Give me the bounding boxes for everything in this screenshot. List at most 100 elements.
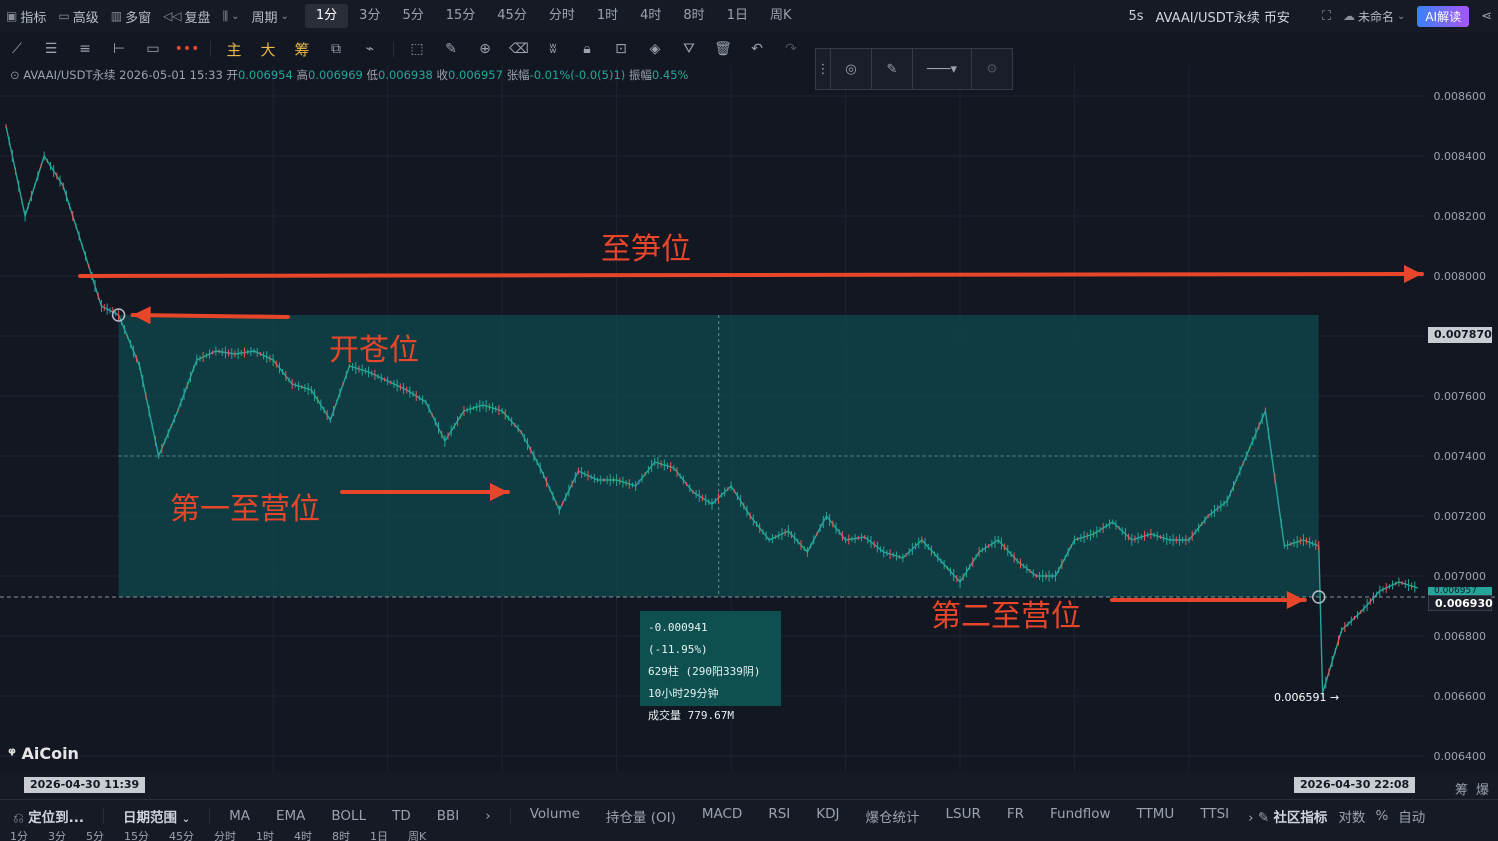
aicoin-logo: ᵠ AiCoin — [8, 744, 79, 763]
indicator-toggle[interactable]: LSUR — [932, 806, 993, 826]
indicator-toggle[interactable]: FR — [994, 806, 1037, 826]
eraser-icon[interactable]: ⌫ — [502, 41, 536, 57]
axis-liquidation-toggle[interactable]: 爆 — [1476, 779, 1489, 798]
logo-mark-icon: ᵠ — [8, 744, 16, 763]
pen-icon[interactable]: ✎ — [872, 49, 913, 89]
refresh-interval[interactable]: 5s — [1122, 4, 1149, 28]
end-time-badge: 2026-04-30 22:08 — [1294, 777, 1416, 793]
share-icon[interactable]: ⋖ — [1475, 4, 1498, 28]
big-order-button[interactable]: 大 — [251, 39, 285, 60]
indicator-toggle[interactable]: KDJ — [803, 806, 852, 826]
chip-button[interactable]: 筹 — [285, 39, 319, 60]
indicator-toggle[interactable]: EMA — [263, 808, 318, 824]
snapshot-icon[interactable]: ⧉ — [319, 41, 353, 57]
candle-type-button[interactable]: ⫼ ⌄ — [217, 4, 246, 28]
template-icon[interactable]: ◎ — [831, 49, 872, 89]
bottom-timeframe-tab[interactable]: 5分 — [86, 831, 104, 841]
multi-window-button[interactable]: ▥ 多窗 — [105, 4, 157, 28]
bottom-timeframe-tab[interactable]: 分时 — [214, 831, 236, 841]
undo-icon[interactable]: ↶ — [740, 41, 774, 57]
horizontal-ray-icon[interactable]: ⊢ — [102, 41, 136, 57]
price-tick-label: 0.008400 — [1434, 150, 1487, 163]
eye-icon[interactable]: ⊙ — [10, 68, 20, 82]
trash-icon[interactable]: 🗑︎ — [706, 41, 740, 57]
indicator-button[interactable]: ▣ 指标 — [0, 4, 52, 28]
more-dots-icon[interactable]: ••• — [170, 41, 204, 57]
bottom-timeframe-tab[interactable]: 周K — [408, 831, 426, 841]
bottom-timeframe-tab[interactable]: 15分 — [124, 831, 149, 841]
replay-button[interactable]: ◁◁ 复盘 — [157, 4, 216, 28]
drag-handle-icon[interactable]: ⋮ — [816, 49, 831, 89]
price-tick-label: 0.008600 — [1434, 90, 1487, 103]
bottom-timeframe-tab[interactable]: 4时 — [294, 831, 312, 841]
ruler-icon[interactable]: ✎ — [434, 41, 468, 57]
indicator-toggle[interactable]: MACD — [689, 806, 755, 826]
tab-timeframe[interactable]: 1日 — [716, 4, 759, 28]
text-icon[interactable]: ⬚ — [400, 41, 434, 57]
period-button[interactable]: 周期 ⌄ — [245, 4, 294, 28]
indicator-toggle[interactable]: RSI — [755, 806, 803, 826]
rectangle-icon[interactable]: ▭ — [136, 41, 170, 57]
bottom-timeframe-tab[interactable]: 3分 — [48, 831, 66, 841]
indicator-toggle[interactable]: TD — [379, 808, 424, 824]
indicator-toggle[interactable]: BOLL — [318, 808, 379, 824]
bottom-timeframe-tab[interactable]: 1分 — [10, 831, 28, 841]
bottom-timeframe-tab[interactable]: 8时 — [332, 831, 350, 841]
magnet-icon[interactable]: ⌁ — [353, 41, 387, 57]
indicator-toggle[interactable]: TTSI — [1187, 806, 1242, 826]
ai-analysis-button[interactable]: AI解读 — [1417, 5, 1470, 27]
tab-timeframe[interactable]: 3分 — [348, 4, 391, 28]
fullscreen-icon[interactable]: ⛶ — [1316, 4, 1337, 28]
chevron-right-icon[interactable]: › — [472, 808, 503, 824]
time-axis-bg — [0, 771, 1498, 799]
settings-icon[interactable]: ⚙ — [972, 49, 1012, 89]
community-indicators-button[interactable]: › ✎ 社区指标 — [1242, 806, 1333, 826]
indicator-toggle[interactable]: Fundflow — [1037, 806, 1124, 826]
pattern-icon[interactable]: ʬ — [536, 41, 570, 57]
indicator-toggle[interactable]: TTMU — [1124, 806, 1188, 826]
tab-timeframe[interactable]: 分时 — [538, 4, 586, 28]
price-tick-label: 0.007200 — [1434, 510, 1487, 523]
indicator-toggle[interactable]: 爆仓统计 — [852, 806, 932, 826]
indicator-toggle[interactable]: MA — [216, 808, 263, 824]
line-style-select[interactable]: ───▾ — [913, 49, 972, 89]
alert-icon[interactable]: ⊡ — [604, 41, 638, 57]
zoom-icon[interactable]: ⊕ — [468, 41, 502, 57]
tab-timeframe[interactable]: 4时 — [629, 4, 672, 28]
layout-button[interactable]: ☁ 未命名 ⌄ — [1337, 4, 1411, 28]
tab-timeframe[interactable]: 1时 — [586, 4, 629, 28]
date-range-button[interactable]: 日期范围 ⌄ — [110, 806, 203, 826]
log-scale-toggle[interactable]: 对数 — [1333, 806, 1370, 826]
advanced-button[interactable]: ▭ 高级 — [52, 4, 104, 28]
tab-timeframe[interactable]: 8时 — [672, 4, 715, 28]
take-profit-arrow — [78, 272, 1424, 278]
main-force-button[interactable]: 主 — [217, 39, 251, 60]
hide-icon[interactable]: ◈ — [638, 41, 672, 57]
filter-icon[interactable]: ⛛ — [672, 41, 706, 57]
indicator-icon: ▣ — [6, 9, 18, 23]
tab-timeframe[interactable]: 15分 — [435, 4, 487, 28]
auto-scale-toggle[interactable]: 自动 — [1393, 806, 1430, 826]
tab-timeframe[interactable]: 45分 — [486, 4, 538, 28]
lock-icon[interactable]: 🔒︎ — [570, 41, 604, 57]
tab-timeframe[interactable]: 1分 — [304, 4, 349, 28]
redo-icon[interactable]: ↷ — [774, 41, 808, 57]
axis-chip-toggle[interactable]: 筹 — [1455, 779, 1468, 798]
tab-timeframe[interactable]: 周K — [759, 4, 803, 28]
percent-scale-toggle[interactable]: % — [1370, 808, 1393, 824]
bottom-timeframe-tab[interactable]: 1日 — [370, 831, 388, 841]
bottom-timeframe-tab[interactable]: 1时 — [256, 831, 274, 841]
indicator-toggle[interactable]: Volume — [517, 806, 593, 826]
parallel-lines-icon[interactable]: ☰ — [34, 41, 68, 57]
indicator-toggle[interactable]: BBI — [424, 808, 473, 824]
trendline-icon[interactable]: ⟋ — [0, 41, 34, 57]
tab-timeframe[interactable]: 5分 — [391, 4, 434, 28]
locate-button[interactable]: ⎌ 定位到... — [0, 806, 97, 826]
bottom-timeframe-tab[interactable]: 45分 — [169, 831, 194, 841]
low-price-marker: 0.006591 → — [1274, 691, 1340, 704]
symbol-title[interactable]: AVAAI/USDT永续 币安 — [1149, 4, 1295, 28]
horizontal-lines-icon[interactable]: ≡ — [68, 41, 102, 57]
info-change: -0.01%(-0.0(5)1) — [529, 68, 626, 82]
indicator-toggle[interactable]: 持仓量 (OI) — [593, 806, 689, 826]
price-tick-label: 0.007400 — [1434, 450, 1487, 463]
